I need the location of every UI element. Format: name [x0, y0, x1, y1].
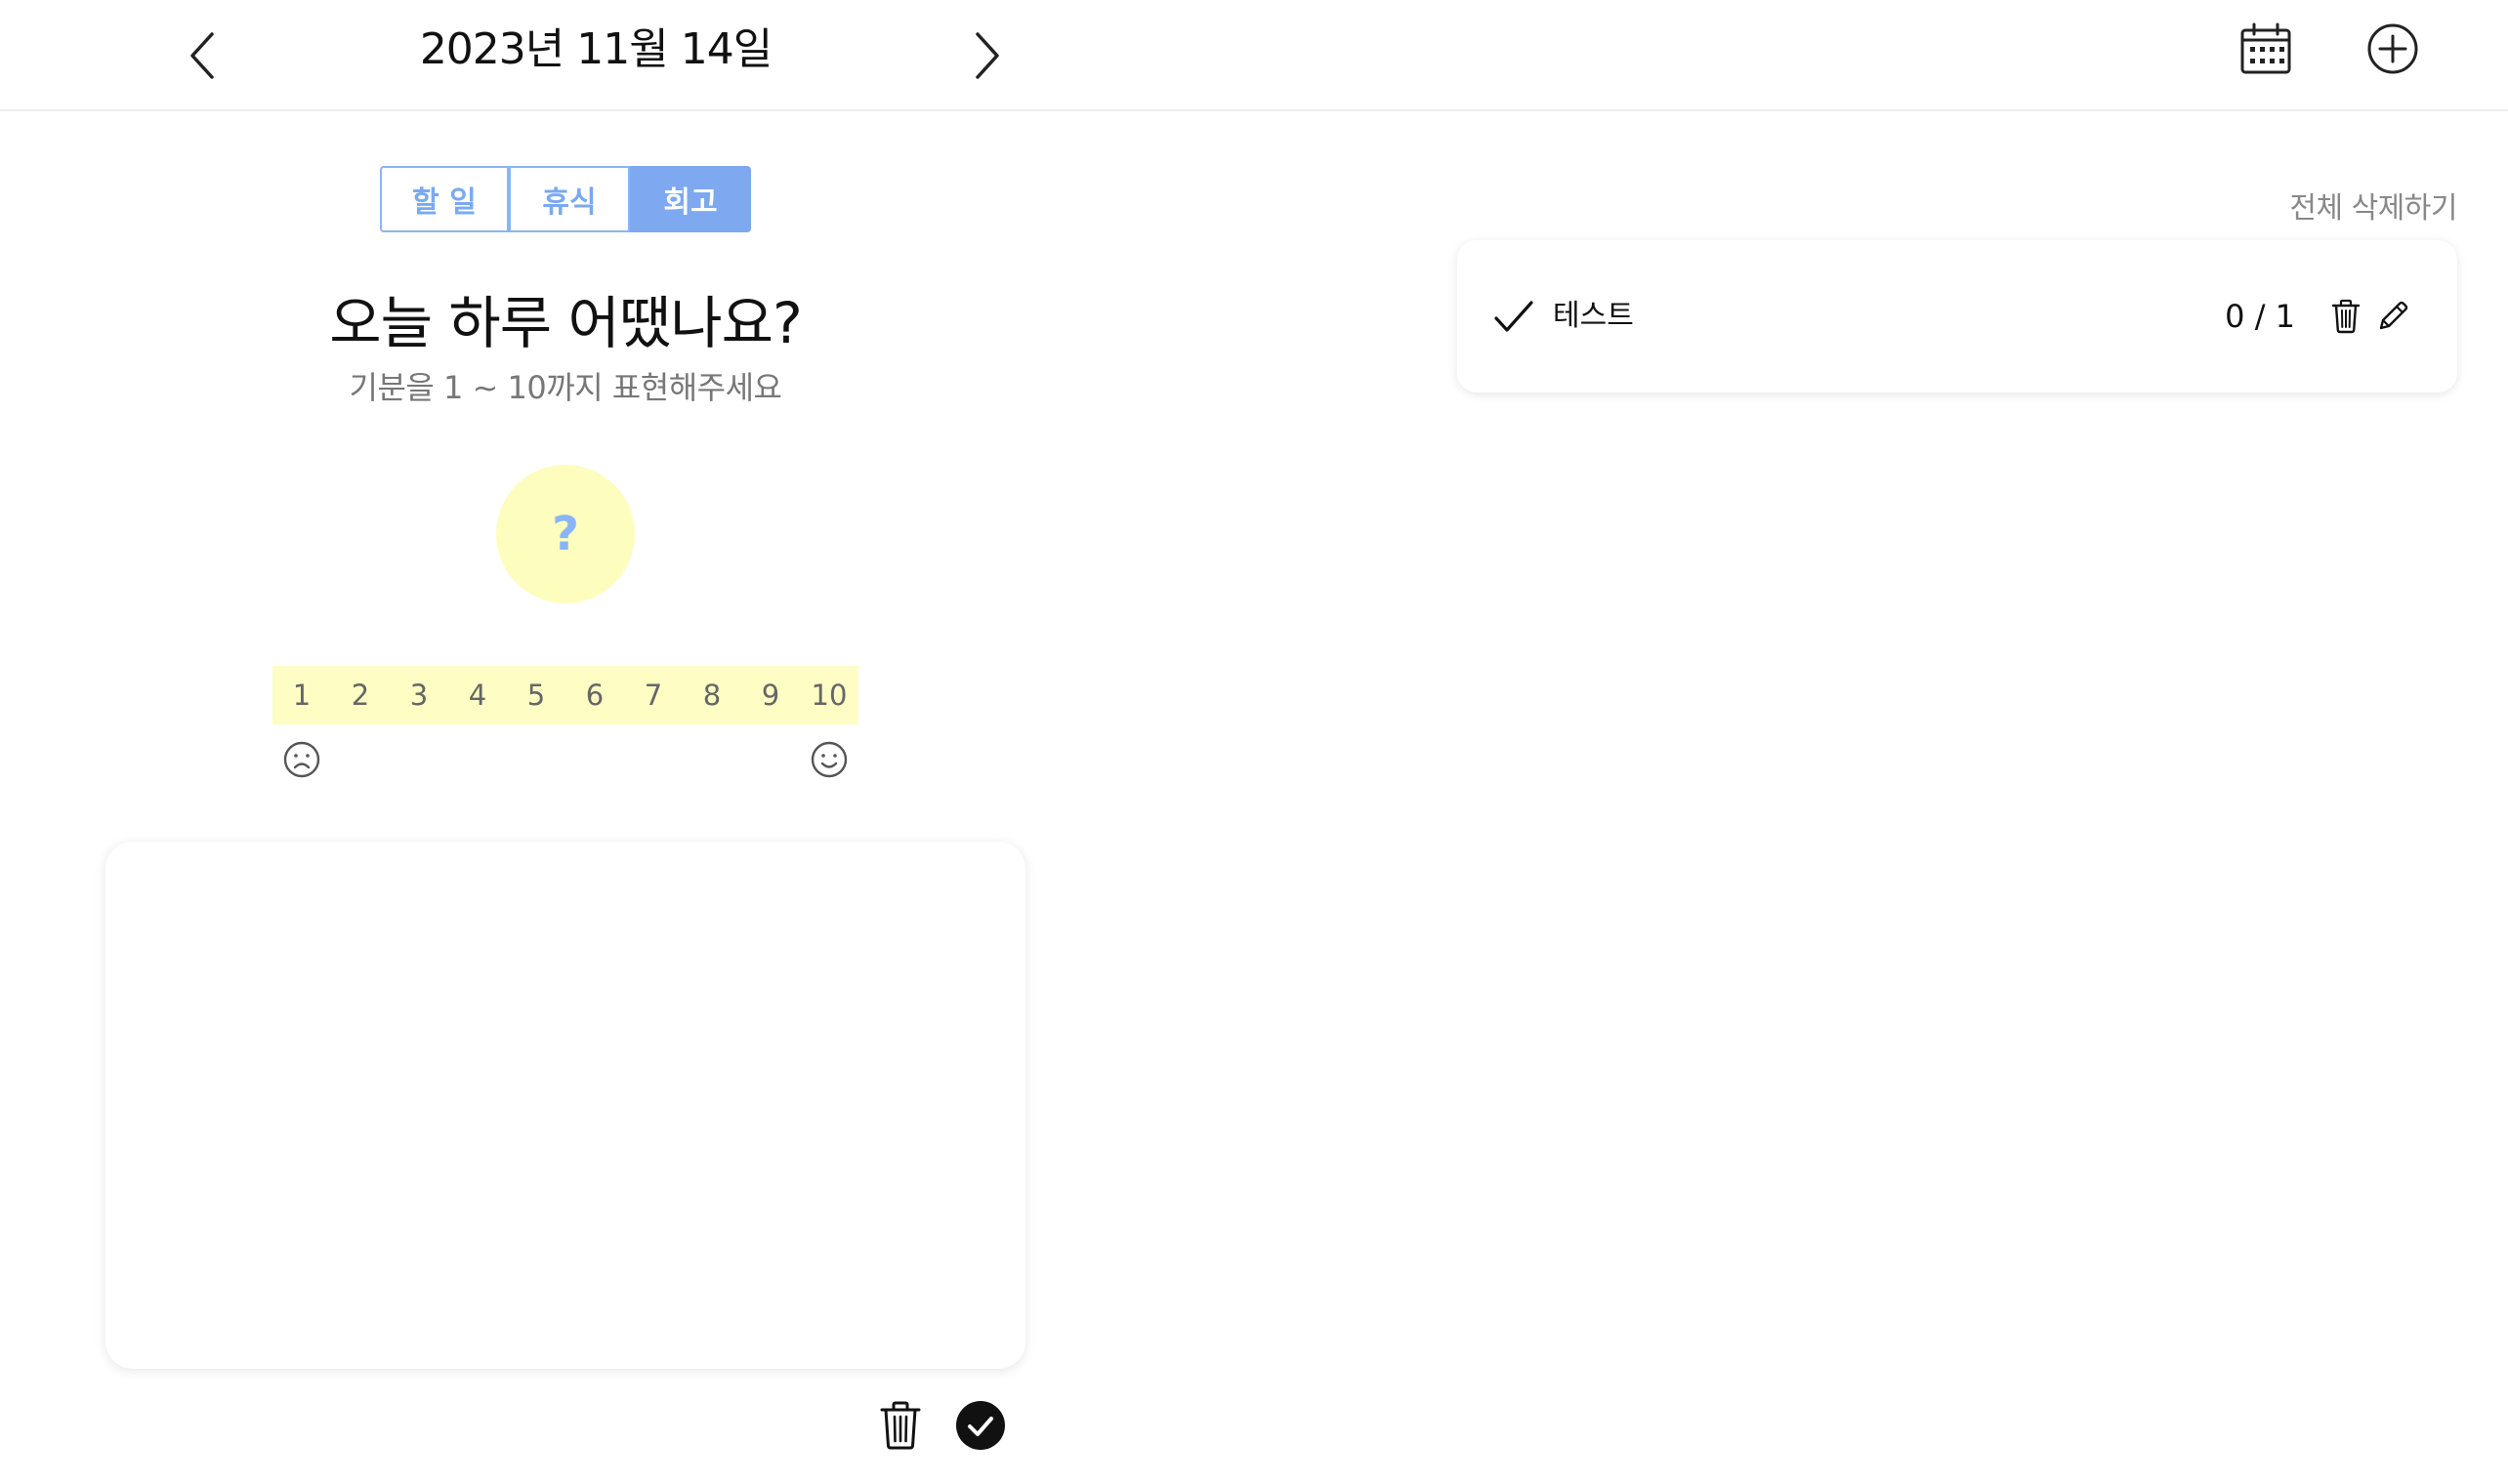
next-day-button[interactable]: [943, 12, 1031, 100]
delete-item-button[interactable]: [2324, 293, 2367, 340]
mood-option-3[interactable]: 3: [390, 666, 448, 724]
reflection-subtitle: 기분을 1 ~ 10까지 표현해주세요: [349, 369, 782, 406]
calendar-button[interactable]: [2229, 12, 2303, 86]
trash-icon: [880, 1401, 921, 1450]
mode-tabs: 할 일 휴식 회고: [380, 166, 751, 232]
plus-circle-icon: [2367, 23, 2418, 74]
mood-option-6[interactable]: 6: [565, 666, 624, 724]
mood-option-7[interactable]: 7: [624, 666, 683, 724]
tab-todo[interactable]: 할 일: [380, 166, 509, 232]
tab-rest[interactable]: 휴식: [509, 166, 630, 232]
delete-all-button[interactable]: 전체 삭제하기: [2289, 184, 2457, 227]
add-button[interactable]: [2356, 12, 2430, 86]
mood-option-10[interactable]: 10: [800, 666, 858, 724]
check-circle-icon: [956, 1401, 1005, 1450]
memo-input[interactable]: [105, 842, 1025, 1369]
mood-option-8[interactable]: 8: [683, 666, 741, 724]
happy-face-icon: [811, 741, 848, 778]
mood-option-5[interactable]: 5: [507, 666, 565, 724]
tab-reflection[interactable]: 회고: [630, 166, 751, 232]
sad-face-icon: [283, 741, 320, 778]
chevron-left-icon: [190, 32, 214, 79]
check-icon[interactable]: [1490, 293, 1537, 340]
mood-option-9[interactable]: 9: [741, 666, 800, 724]
current-date: 2023년 11월 14일: [419, 24, 773, 74]
list-item-label: 테스트: [1553, 299, 1634, 333]
mood-option-2[interactable]: 2: [331, 666, 390, 724]
mood-option-4[interactable]: 4: [448, 666, 507, 724]
save-memo-button[interactable]: [953, 1396, 1008, 1455]
prev-day-button[interactable]: [158, 12, 246, 100]
mood-scale: 1 2 3 4 5 6 7 8 9 10: [272, 666, 858, 724]
trash-icon: [2331, 299, 2361, 334]
top-bar: 2023년 11월 14일: [0, 0, 2508, 111]
chevron-right-icon: [976, 32, 999, 79]
memo-card: [105, 842, 1025, 1369]
pencil-icon: [2379, 301, 2408, 330]
calendar-icon: [2240, 22, 2291, 74]
edit-item-button[interactable]: [2371, 293, 2414, 340]
mood-option-1[interactable]: 1: [272, 666, 331, 724]
delete-memo-button[interactable]: [873, 1396, 928, 1455]
list-item-count: 0 / 1: [2225, 298, 2295, 335]
reflection-question: 오늘 하루 어땠나요?: [329, 290, 803, 356]
list-item: 테스트 0 / 1: [1457, 240, 2457, 392]
mood-indicator: ?: [496, 465, 635, 603]
